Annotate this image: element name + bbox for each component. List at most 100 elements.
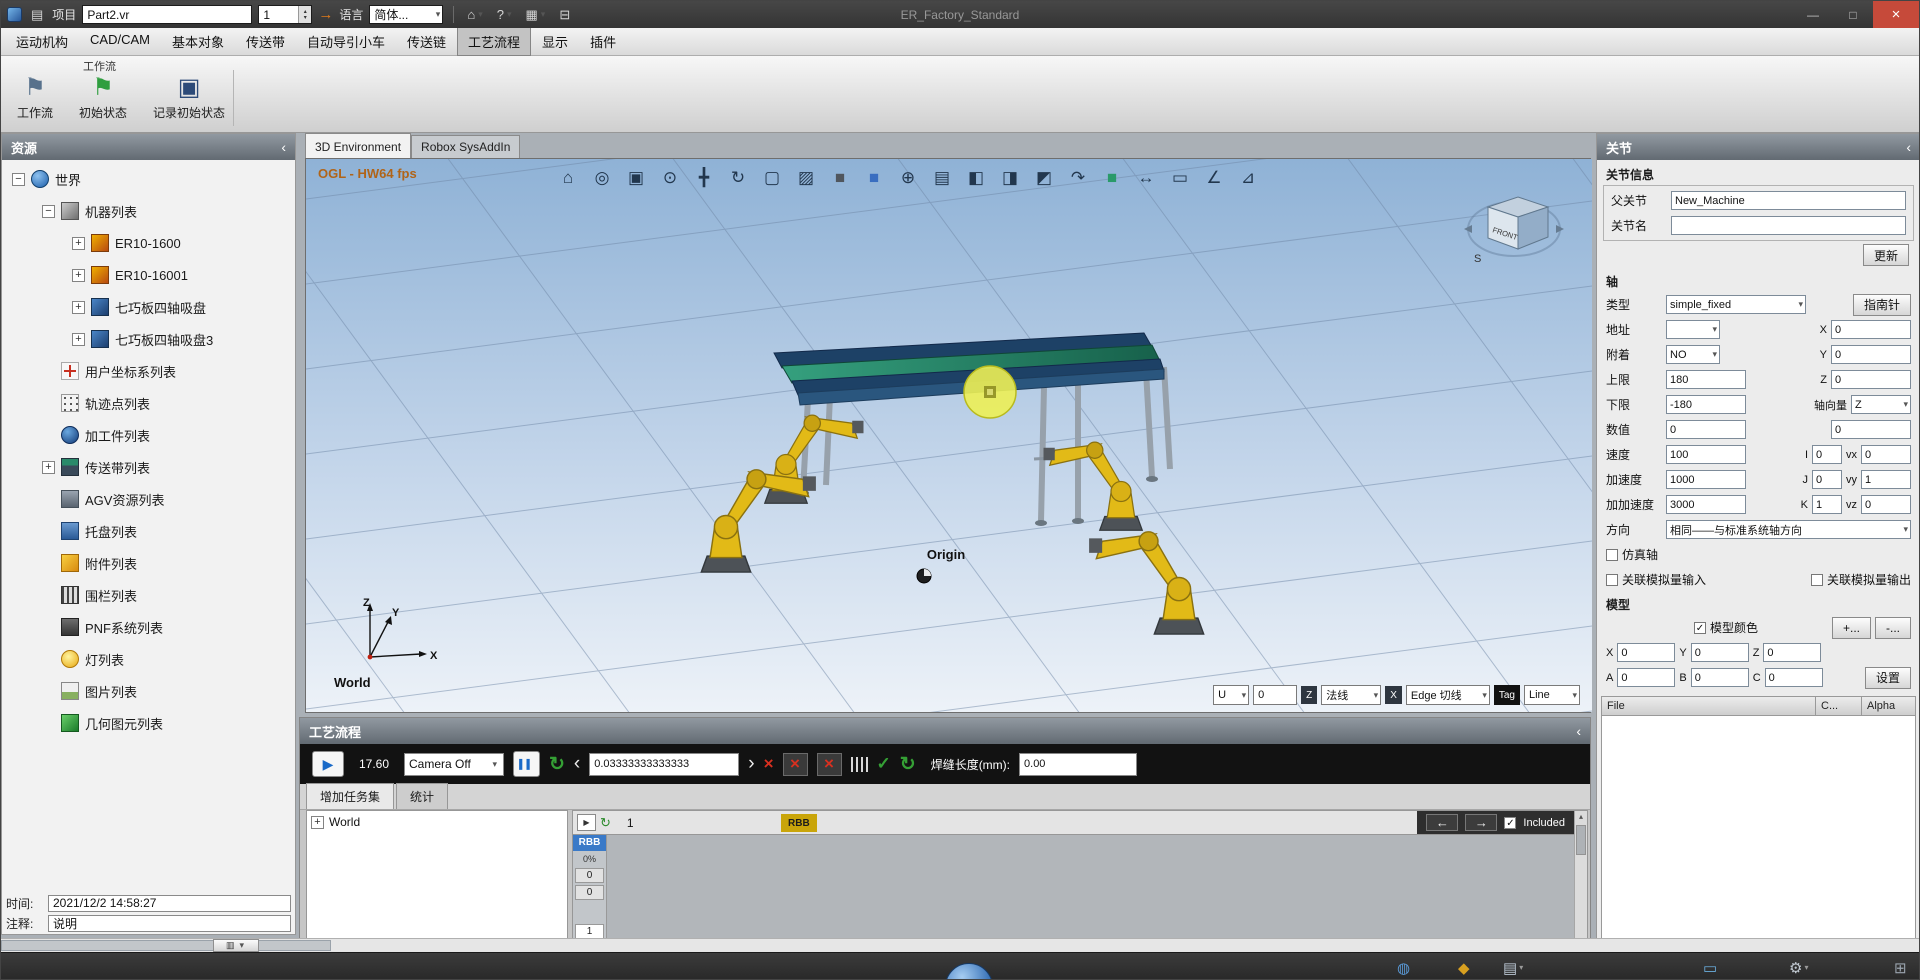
menu-item-自动导引小车[interactable]: 自动导引小车 (296, 27, 396, 56)
layers-icon[interactable]: ▤▾ (1503, 953, 1523, 980)
compass-button[interactable]: 指南针 (1853, 294, 1911, 316)
tree-expander-icon[interactable]: + (42, 461, 55, 474)
home-menu-icon[interactable]: ⌂▾ (464, 7, 487, 22)
horizontal-scroll-thumb[interactable] (1, 940, 331, 951)
collapse-resources-icon[interactable]: ‹ (281, 139, 286, 155)
weld-length-input[interactable]: 0.00 (1019, 753, 1137, 776)
menu-item-CAD/CAM[interactable]: CAD/CAM (79, 27, 161, 56)
set-button[interactable]: 设置 (1865, 667, 1911, 689)
step-interval-input[interactable]: 0.03333333333333 (589, 753, 739, 776)
process-tab-增加任务集[interactable]: 增加任务集 (306, 783, 394, 809)
wireframe-view-icon[interactable]: ■ (860, 164, 888, 191)
direction-select[interactable]: 相同——与标准系统轴方向▾ (1666, 520, 1911, 539)
pan-icon[interactable]: ╋ (690, 164, 718, 191)
sim-axis-checkbox[interactable] (1606, 549, 1618, 561)
u-select[interactable]: U▾ (1213, 685, 1249, 705)
tree-expander-icon[interactable]: + (72, 333, 85, 346)
project-name-input[interactable]: Part2.vr (82, 5, 252, 24)
display-icon[interactable]: ▭ (1703, 953, 1717, 980)
vx-input[interactable]: 0 (1861, 445, 1911, 464)
menu-item-工艺流程[interactable]: 工艺流程 (457, 27, 531, 56)
included-checkbox[interactable]: ✓ (1504, 817, 1516, 829)
vz-input[interactable]: 0 (1861, 495, 1911, 514)
line-select[interactable]: Line▾ (1524, 685, 1580, 705)
menu-item-传送链[interactable]: 传送链 (396, 27, 457, 56)
tree-item-轨迹点列表[interactable]: 轨迹点列表 (2, 387, 295, 419)
target-icon[interactable]: ⊕ (894, 164, 922, 191)
help-menu-icon[interactable]: ?▾ (494, 7, 517, 22)
menu-item-显示[interactable]: 显示 (531, 27, 579, 56)
vy-input[interactable]: 1 (1861, 470, 1911, 489)
tree-expander-icon[interactable]: − (12, 173, 25, 186)
j-input[interactable]: 0 (1812, 470, 1842, 489)
angle-icon[interactable]: ∠ (1200, 164, 1228, 191)
delete-button[interactable]: × (764, 754, 774, 774)
model-remove-button[interactable]: -... (1875, 617, 1911, 639)
model-a-input[interactable]: 0 (1617, 668, 1675, 687)
home-icon[interactable]: ⌂ (554, 164, 582, 191)
menu-item-传送带[interactable]: 传送带 (235, 27, 296, 56)
process-tab-统计[interactable]: 统计 (396, 783, 448, 809)
lower-limit-input[interactable]: -180 (1666, 395, 1746, 414)
viewport-tab-3D Environment[interactable]: 3D Environment (305, 133, 411, 158)
timeline-scrollbar[interactable]: ▴ (1574, 811, 1587, 941)
x-input[interactable]: 0 (1831, 320, 1911, 339)
orbit-view-icon[interactable]: ◎ (588, 164, 616, 191)
windows-menu-icon[interactable]: ▦▾ (522, 7, 550, 23)
menu-item-运动机构[interactable]: 运动机构 (5, 27, 79, 56)
hatch-shading-icon[interactable]: ▨ (792, 164, 820, 191)
edge-select[interactable]: Edge 切线▾ (1406, 685, 1490, 705)
tree-item-七巧板四轴吸盘3[interactable]: +七巧板四轴吸盘3 (2, 323, 295, 355)
move-right-button[interactable]: → (1465, 814, 1497, 831)
play-button[interactable]: ▶ (312, 751, 344, 777)
viewport-switch-button[interactable]: ▥▾ (213, 939, 259, 952)
delete-all-button[interactable]: × (817, 753, 842, 776)
type-select[interactable]: simple_fixed▾ (1666, 295, 1806, 314)
model-x-input[interactable]: 0 (1617, 643, 1675, 662)
3d-scene[interactable]: Origin Z Y X World (306, 159, 1592, 712)
axis-vector-select[interactable]: Z▾ (1851, 395, 1911, 414)
model-c-input[interactable]: 0 (1765, 668, 1823, 687)
snap-icon[interactable]: ■ (1098, 164, 1126, 191)
minimize-button[interactable]: — (1793, 1, 1833, 28)
model-color-checkbox[interactable]: ✓ (1694, 622, 1706, 634)
tree-expander-icon[interactable]: + (72, 237, 85, 250)
tree-expander-icon[interactable]: − (42, 205, 55, 218)
close-button[interactable]: × (1873, 1, 1919, 28)
tree-expander-icon[interactable]: + (72, 269, 85, 282)
tree-expander[interactable]: + (311, 816, 324, 829)
tag-badge[interactable]: Tag (1494, 685, 1520, 705)
confirm-button[interactable]: ✓ (877, 754, 891, 774)
collapse-process-icon[interactable]: ‹ (1576, 723, 1581, 739)
paint-icon[interactable]: ◆ (1458, 953, 1470, 980)
count-spinner[interactable]: 1 ▴▾ (258, 5, 312, 24)
menu-item-插件[interactable]: 插件 (579, 27, 627, 56)
tree-item-托盘列表[interactable]: 托盘列表 (2, 515, 295, 547)
note-field[interactable]: 说明 (48, 915, 291, 932)
zoom-icon[interactable]: ⊙ (656, 164, 684, 191)
spinner-arrows-icon[interactable]: ▴▾ (298, 6, 311, 23)
y-input[interactable]: 0 (1831, 345, 1911, 364)
lane-value[interactable]: 0 (575, 868, 604, 883)
tree-item-ER10-1600[interactable]: +ER10-1600 (2, 227, 295, 259)
viewport-tab-Robox SysAddIn[interactable]: Robox SysAddIn (411, 135, 520, 158)
menu-item-基本对象[interactable]: 基本对象 (161, 27, 235, 56)
process-tree-root[interactable]: + World (311, 815, 563, 829)
app-icon[interactable] (7, 7, 22, 22)
collapse-joint-icon[interactable]: ‹ (1906, 139, 1911, 155)
slope-icon[interactable]: ⊿ (1234, 164, 1262, 191)
bounding-box-icon[interactable]: ▭ (1166, 164, 1194, 191)
track-loop-icon[interactable]: ↻ (600, 815, 611, 831)
z-input[interactable]: 0 (1831, 370, 1911, 389)
model-y-input[interactable]: 0 (1691, 643, 1749, 662)
update-button[interactable]: 更新 (1863, 244, 1909, 266)
pause-button[interactable]: ▌▌ (513, 751, 540, 777)
ribbon-button-record-initial-state[interactable]: ▣记录初始状态 (145, 72, 233, 123)
analog-out-checkbox[interactable] (1811, 574, 1823, 586)
tree-item-图片列表[interactable]: 图片列表 (2, 675, 295, 707)
settings-gear-icon[interactable]: ⚙▾ (1789, 953, 1808, 980)
measure-icon[interactable]: ↔ (1132, 164, 1160, 191)
refresh-button[interactable]: ↻ (900, 753, 916, 776)
ribbon-button-workflow[interactable]: ⚑工作流 (9, 72, 61, 123)
lane-value[interactable]: 0 (575, 885, 604, 900)
